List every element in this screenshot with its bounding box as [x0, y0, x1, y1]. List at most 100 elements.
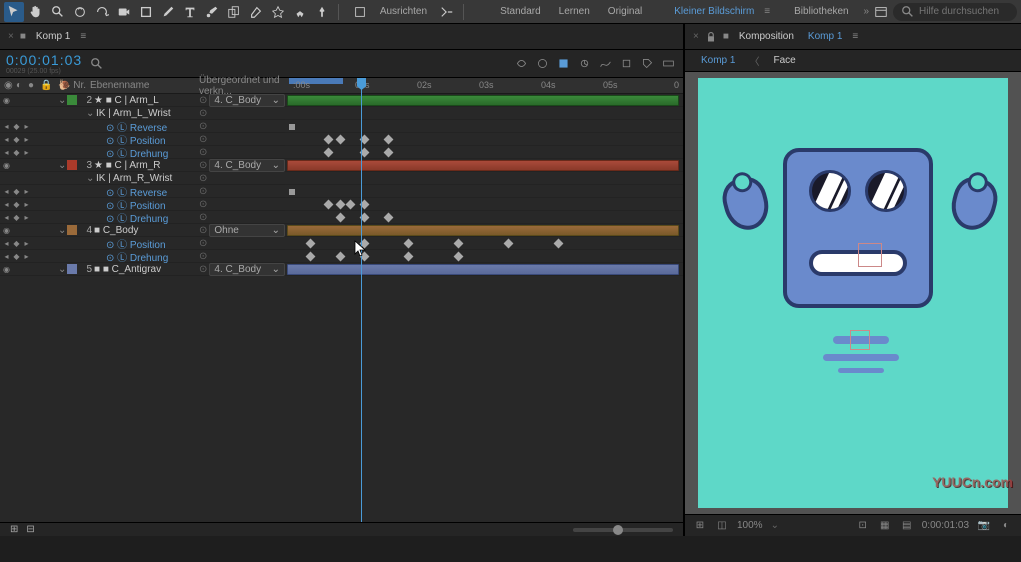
eraser-tool[interactable] — [246, 2, 266, 22]
align-label[interactable]: Ausrichten — [372, 6, 435, 17]
keyframe[interactable] — [554, 239, 564, 249]
toggle-switches-icon[interactable]: ⊞ — [10, 524, 18, 535]
timeline-track[interactable] — [285, 224, 683, 237]
keyframe[interactable] — [306, 252, 316, 262]
timeline-track[interactable] — [285, 263, 683, 276]
layer-bar[interactable] — [287, 160, 679, 171]
keyframe[interactable] — [324, 135, 334, 145]
camera-tool[interactable] — [114, 2, 134, 22]
channel-icon[interactable]: ◐ — [999, 519, 1013, 533]
timeline-track[interactable] — [285, 120, 683, 133]
keyframe[interactable] — [346, 200, 356, 210]
current-timecode[interactable]: 0:00:01:03 — [6, 52, 82, 68]
timeline-track[interactable] — [285, 94, 683, 107]
ref-icon[interactable]: ⊞ — [693, 519, 707, 533]
shy-icon[interactable] — [533, 55, 551, 73]
graph-icon[interactable] — [596, 55, 614, 73]
keyframe[interactable] — [504, 239, 514, 249]
layer-search-icon[interactable] — [90, 57, 104, 71]
layer-bar[interactable] — [287, 225, 679, 236]
zoom-slider[interactable] — [573, 528, 673, 532]
timeline-area[interactable]: :00s 01s 02s 03s 04s 05s 0 — [285, 78, 683, 522]
puppet-tool[interactable] — [290, 2, 310, 22]
timeline-track[interactable] — [285, 198, 683, 211]
property-row[interactable]: ◂◆▸⊙ Ⓛ Drehung⊙ — [0, 211, 285, 224]
workspace-standard[interactable]: Standard — [492, 6, 549, 17]
keyframe[interactable] — [336, 252, 346, 262]
tag-icon[interactable] — [638, 55, 656, 73]
workspace-current[interactable]: Kleiner Bildschirm — [666, 6, 762, 17]
keyframe[interactable] — [289, 124, 295, 130]
motion-blur-icon[interactable] — [575, 55, 593, 73]
guides-icon[interactable]: ▤ — [900, 519, 914, 533]
keyframe[interactable] — [384, 148, 394, 158]
keyframe[interactable] — [336, 213, 346, 223]
selection-box-2[interactable] — [850, 330, 870, 350]
selection-box[interactable] — [858, 243, 882, 267]
render-icon[interactable] — [659, 55, 677, 73]
keyframe[interactable] — [336, 135, 346, 145]
timeline-track[interactable] — [285, 250, 683, 263]
keyframe[interactable] — [324, 148, 334, 158]
timeline-track[interactable] — [285, 172, 683, 185]
timeline-track[interactable] — [285, 107, 683, 120]
time-ruler[interactable]: :00s 01s 02s 03s 04s 05s 0 — [285, 78, 683, 94]
type-tool[interactable] — [180, 2, 200, 22]
keyframe[interactable] — [404, 252, 414, 262]
footer-timecode[interactable]: 0:00:01:03 — [922, 520, 969, 531]
comp-panel-name[interactable]: Komp 1 — [804, 31, 846, 42]
layer-bar[interactable] — [287, 95, 679, 106]
layer-row[interactable]: ◉⌄2★ ■ C | Arm_L⊙4. C_Body⌄ — [0, 94, 285, 107]
timeline-tab[interactable]: Komp 1 — [32, 31, 74, 42]
help-search-input[interactable] — [919, 6, 1009, 17]
keyframe[interactable] — [289, 189, 295, 195]
comp-crumb-face[interactable]: Face — [765, 53, 803, 68]
timeline-track[interactable] — [285, 133, 683, 146]
timeline-track[interactable] — [285, 146, 683, 159]
timeline-track[interactable] — [285, 211, 683, 224]
keyframe[interactable] — [454, 239, 464, 249]
frame-blend-icon[interactable] — [554, 55, 572, 73]
roto-tool[interactable] — [268, 2, 288, 22]
help-search[interactable] — [893, 3, 1017, 21]
toggle-modes-icon[interactable]: ⊟ — [26, 524, 34, 535]
hand-tool[interactable] — [26, 2, 46, 22]
comp-crumb-main[interactable]: Komp 1 — [693, 53, 743, 68]
comp-canvas[interactable] — [698, 78, 1008, 508]
keyframe[interactable] — [336, 200, 346, 210]
property-row[interactable]: ◂◆▸⊙ Ⓛ Drehung⊙ — [0, 146, 285, 159]
timeline-track[interactable] — [285, 185, 683, 198]
keyframe[interactable] — [404, 239, 414, 249]
res-icon[interactable]: ⊡ — [856, 519, 870, 533]
brush-tool[interactable] — [202, 2, 222, 22]
keyframe[interactable] — [384, 135, 394, 145]
zoom-value[interactable]: 100% — [737, 520, 763, 531]
timeline-track[interactable] — [285, 237, 683, 250]
panel-icon[interactable] — [871, 2, 891, 22]
layer-row[interactable]: ◉⌄3★ ■ C | Arm_R⊙4. C_Body⌄ — [0, 159, 285, 172]
snapshot-icon[interactable]: 📷 — [977, 519, 991, 533]
comp-flow-icon[interactable] — [512, 55, 530, 73]
playhead[interactable] — [361, 78, 362, 522]
rect-tool[interactable] — [136, 2, 156, 22]
orbit-tool[interactable] — [70, 2, 90, 22]
property-row[interactable]: ◂◆▸⊙ Ⓛ Drehung⊙ — [0, 250, 285, 263]
clone-tool[interactable] — [224, 2, 244, 22]
layer-row[interactable]: ◉⌄5■ ■ C_Antigrav⊙4. C_Body⌄ — [0, 263, 285, 276]
workspace-original[interactable]: Original — [600, 6, 650, 17]
pin-tool[interactable] — [312, 2, 332, 22]
timeline-track[interactable] — [285, 159, 683, 172]
workspace-lernen[interactable]: Lernen — [551, 6, 598, 17]
mask-icon[interactable]: ◫ — [715, 519, 729, 533]
draft3d-icon[interactable] — [617, 55, 635, 73]
comp-viewer[interactable]: YUUCn.com — [685, 72, 1021, 514]
keyframe[interactable] — [306, 239, 316, 249]
layer-bar[interactable] — [287, 264, 679, 275]
keyframe[interactable] — [324, 200, 334, 210]
zoom-tool[interactable] — [48, 2, 68, 22]
keyframe[interactable] — [384, 213, 394, 223]
lock-icon[interactable] — [705, 31, 717, 43]
align-menu-icon[interactable] — [437, 2, 457, 22]
rotate-tool[interactable] — [92, 2, 112, 22]
snap-icon[interactable] — [350, 2, 370, 22]
